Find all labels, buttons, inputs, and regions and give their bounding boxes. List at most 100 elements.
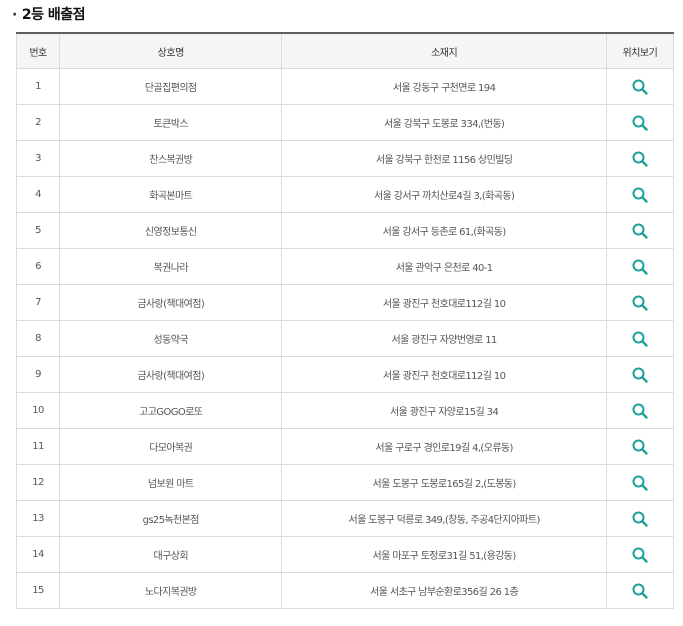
cell-no: 7 bbox=[15, 284, 61, 321]
cell-map bbox=[605, 356, 675, 393]
cell-address: 서울 강서구 까치산로4길 3,(화곡동) bbox=[281, 176, 607, 213]
section-title-text: 2등 배출점 bbox=[21, 7, 86, 23]
cell-no: 8 bbox=[15, 320, 61, 357]
search-icon[interactable] bbox=[631, 438, 649, 456]
table-row: 5 신영정보통신 서울 강서구 등촌로 61,(화곡동) bbox=[15, 212, 675, 249]
table-row: 8 성동약국 서울 광진구 자양번영로 11 bbox=[15, 320, 675, 357]
cell-no: 14 bbox=[15, 536, 61, 573]
table-row: 7 금사랑(책대여점) 서울 광진구 천호대로112길 10 bbox=[15, 284, 675, 321]
cell-map bbox=[605, 284, 675, 321]
cell-address: 서울 강북구 한천로 1156 상민빌딩 bbox=[281, 140, 607, 177]
table-header-row: 번호 상호명 소재지 위치보기 bbox=[15, 33, 675, 69]
cell-map bbox=[605, 572, 675, 609]
search-icon[interactable] bbox=[631, 582, 649, 600]
cell-name: 다모아복권 bbox=[59, 428, 283, 465]
table-row: 4 화곡본마트 서울 강서구 까치산로4길 3,(화곡동) bbox=[15, 176, 675, 213]
search-icon[interactable] bbox=[631, 78, 649, 96]
section-title: · 2등 배출점 bbox=[12, 4, 85, 24]
cell-map bbox=[605, 248, 675, 285]
cell-name: 신영정보통신 bbox=[59, 212, 283, 249]
cell-map bbox=[605, 500, 675, 537]
header-name: 상호명 bbox=[59, 33, 283, 69]
search-icon[interactable] bbox=[631, 330, 649, 348]
search-icon[interactable] bbox=[631, 366, 649, 384]
cell-address: 서울 광진구 천호대로112길 10 bbox=[281, 356, 607, 393]
search-icon[interactable] bbox=[631, 150, 649, 168]
search-icon[interactable] bbox=[631, 222, 649, 240]
cell-no: 10 bbox=[15, 392, 61, 429]
cell-name: 금사랑(책대여점) bbox=[59, 284, 283, 321]
cell-address: 서울 강동구 구천면로 194 bbox=[281, 68, 607, 105]
cell-no: 9 bbox=[15, 356, 61, 393]
search-icon[interactable] bbox=[631, 474, 649, 492]
table-row: 2 토큰박스 서울 강북구 도봉로 334,(번동) bbox=[15, 104, 675, 141]
cell-name: 복권나라 bbox=[59, 248, 283, 285]
cell-name: 금사랑(책대여점) bbox=[59, 356, 283, 393]
table-row: 3 찬스복권방 서울 강북구 한천로 1156 상민빌딩 bbox=[15, 140, 675, 177]
cell-map bbox=[605, 68, 675, 105]
cell-map bbox=[605, 176, 675, 213]
header-no: 번호 bbox=[15, 33, 61, 69]
cell-name: 고고GOGO로또 bbox=[59, 392, 283, 429]
title-bullet: · bbox=[12, 7, 17, 23]
search-icon[interactable] bbox=[631, 510, 649, 528]
cell-name: 성동약국 bbox=[59, 320, 283, 357]
cell-name: gs25녹천본점 bbox=[59, 500, 283, 537]
cell-address: 서울 광진구 자양로15길 34 bbox=[281, 392, 607, 429]
cell-name: 찬스복권방 bbox=[59, 140, 283, 177]
cell-address: 서울 관악구 은천로 40-1 bbox=[281, 248, 607, 285]
table-row: 6 복권나라 서울 관악구 은천로 40-1 bbox=[15, 248, 675, 285]
cell-address: 서울 강서구 등촌로 61,(화곡동) bbox=[281, 212, 607, 249]
cell-name: 토큰박스 bbox=[59, 104, 283, 141]
cell-address: 서울 광진구 천호대로112길 10 bbox=[281, 284, 607, 321]
search-icon[interactable] bbox=[631, 258, 649, 276]
cell-map bbox=[605, 104, 675, 141]
cell-no: 12 bbox=[15, 464, 61, 501]
cell-name: 넘보원 마트 bbox=[59, 464, 283, 501]
table-row: 9 금사랑(책대여점) 서울 광진구 천호대로112길 10 bbox=[15, 356, 675, 393]
cell-address: 서울 강북구 도봉로 334,(번동) bbox=[281, 104, 607, 141]
shops-table: 번호 상호명 소재지 위치보기 1 단골집편의점 서울 강동구 구천면로 194 2 토… bbox=[15, 32, 675, 609]
cell-no: 15 bbox=[15, 572, 61, 609]
table-row: 13 gs25녹천본점 서울 도봉구 덕릉로 349,(창동, 주공4단지아파트) bbox=[15, 500, 675, 537]
cell-map bbox=[605, 320, 675, 357]
table-body: 1 단골집편의점 서울 강동구 구천면로 194 2 토큰박스 서울 강북구 도봉로 33… bbox=[15, 68, 675, 609]
cell-map bbox=[605, 392, 675, 429]
cell-map bbox=[605, 428, 675, 465]
cell-no: 4 bbox=[15, 176, 61, 213]
header-address: 소재지 bbox=[281, 33, 607, 69]
table-row: 14 대구상회 서울 마포구 토정로31길 51,(용강동) bbox=[15, 536, 675, 573]
cell-map bbox=[605, 212, 675, 249]
cell-address: 서울 광진구 자양번영로 11 bbox=[281, 320, 607, 357]
cell-no: 3 bbox=[15, 140, 61, 177]
cell-name: 대구상회 bbox=[59, 536, 283, 573]
search-icon[interactable] bbox=[631, 114, 649, 132]
cell-address: 서울 도봉구 도봉로165길 2,(도봉동) bbox=[281, 464, 607, 501]
search-icon[interactable] bbox=[631, 294, 649, 312]
cell-no: 6 bbox=[15, 248, 61, 285]
cell-name: 화곡본마트 bbox=[59, 176, 283, 213]
cell-map bbox=[605, 140, 675, 177]
table-row: 1 단골집편의점 서울 강동구 구천면로 194 bbox=[15, 68, 675, 105]
table-row: 15 노다지복권방 서울 서초구 남부순환로356길 26 1층 bbox=[15, 572, 675, 609]
cell-no: 2 bbox=[15, 104, 61, 141]
table-row: 10 고고GOGO로또 서울 광진구 자양로15길 34 bbox=[15, 392, 675, 429]
cell-name: 노다지복권방 bbox=[59, 572, 283, 609]
cell-name: 단골집편의점 bbox=[59, 68, 283, 105]
cell-address: 서울 서초구 남부순환로356길 26 1층 bbox=[281, 572, 607, 609]
cell-no: 13 bbox=[15, 500, 61, 537]
search-icon[interactable] bbox=[631, 186, 649, 204]
search-icon[interactable] bbox=[631, 402, 649, 420]
cell-address: 서울 마포구 토정로31길 51,(용강동) bbox=[281, 536, 607, 573]
table-row: 12 넘보원 마트 서울 도봉구 도봉로165길 2,(도봉동) bbox=[15, 464, 675, 501]
cell-address: 서울 도봉구 덕릉로 349,(창동, 주공4단지아파트) bbox=[281, 500, 607, 537]
cell-address: 서울 구로구 경인로19길 4,(오류동) bbox=[281, 428, 607, 465]
cell-map bbox=[605, 536, 675, 573]
header-map: 위치보기 bbox=[605, 33, 675, 69]
cell-map bbox=[605, 464, 675, 501]
search-icon[interactable] bbox=[631, 546, 649, 564]
cell-no: 5 bbox=[15, 212, 61, 249]
cell-no: 11 bbox=[15, 428, 61, 465]
cell-no: 1 bbox=[15, 68, 61, 105]
table-row: 11 다모아복권 서울 구로구 경인로19길 4,(오류동) bbox=[15, 428, 675, 465]
